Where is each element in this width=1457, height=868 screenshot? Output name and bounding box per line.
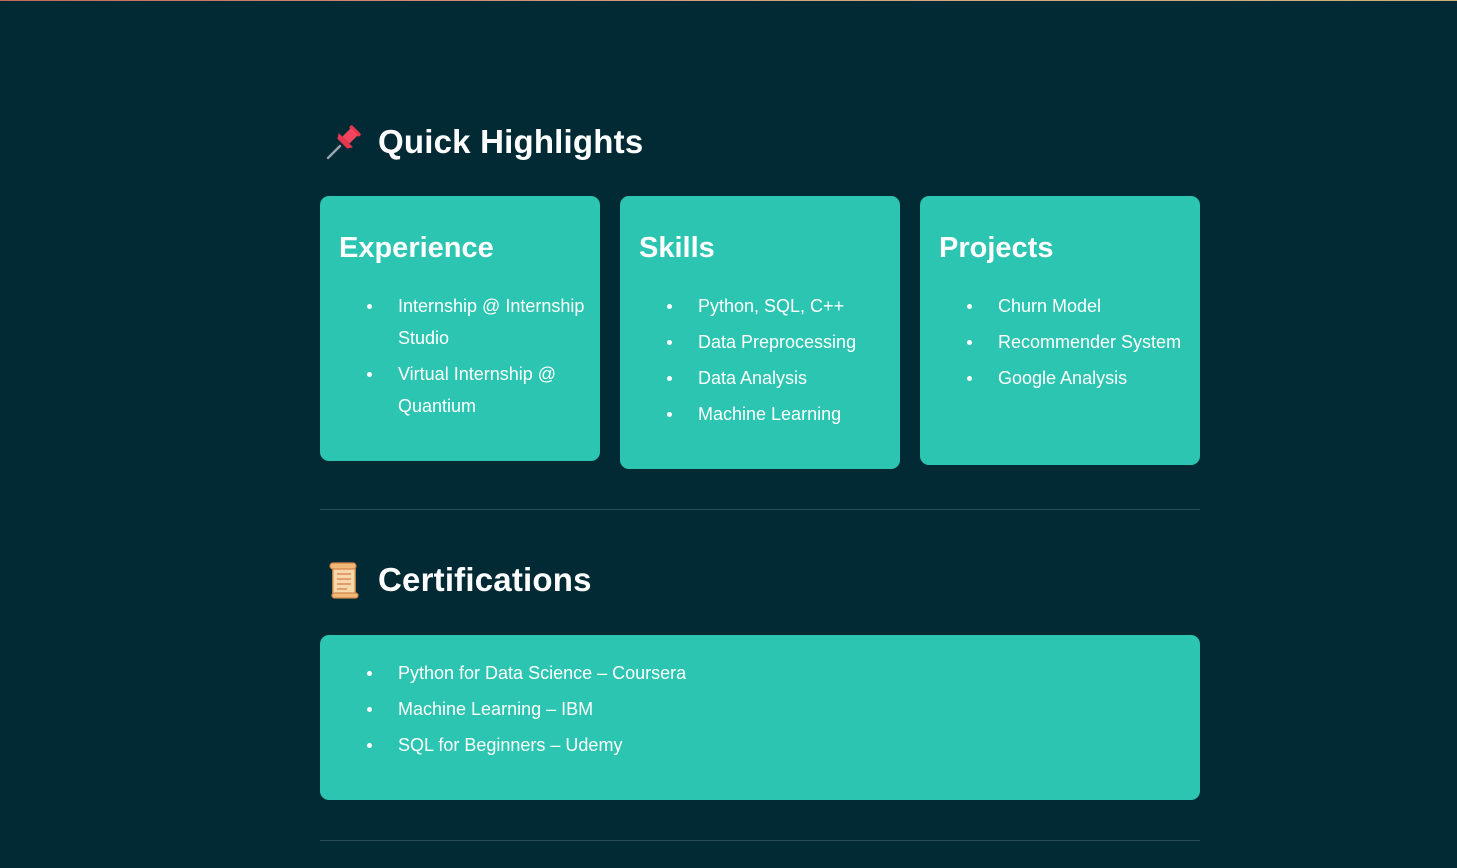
experience-title: Experience [339, 232, 494, 264]
list-item: Google Analysis [967, 362, 1198, 394]
certifications-list: Python for Data Science – Coursera Machi… [320, 657, 1158, 765]
projects-list: Churn Model Recommender System Google An… [920, 290, 1198, 398]
certifications-card: Python for Data Science – Coursera Machi… [320, 635, 1200, 800]
pushpin-icon [324, 122, 364, 162]
scroll-icon [324, 560, 364, 600]
list-item: SQL for Beginners – Udemy [367, 729, 1158, 761]
list-item: Recommender System [967, 326, 1198, 358]
list-item: Churn Model [967, 290, 1198, 322]
projects-card: Projects Churn Model Recommender System … [920, 196, 1200, 465]
list-item: Machine Learning [667, 398, 898, 430]
highlights-heading: Quick Highlights [324, 122, 643, 162]
highlights-title: Quick Highlights [378, 123, 644, 160]
list-item: Internship @ Internship Studio [367, 290, 598, 354]
projects-title: Projects [939, 232, 1054, 264]
skills-card: Skills Python, SQL, C++ Data Preprocessi… [620, 196, 900, 469]
experience-list: Internship @ Internship Studio Virtual I… [320, 290, 598, 426]
top-accent-bar [0, 0, 1457, 1]
list-item: Data Preprocessing [667, 326, 898, 358]
list-item: Virtual Internship @ Quantium [367, 358, 598, 422]
list-item: Data Analysis [667, 362, 898, 394]
certifications-heading: Certifications [324, 560, 592, 600]
certifications-title: Certifications [378, 561, 592, 598]
list-item: Python, SQL, C++ [667, 290, 898, 322]
section-divider [320, 840, 1200, 841]
skills-title: Skills [639, 232, 715, 264]
list-item: Machine Learning – IBM [367, 693, 1158, 725]
experience-card: Experience Internship @ Internship Studi… [320, 196, 600, 461]
skills-list: Python, SQL, C++ Data Preprocessing Data… [620, 290, 898, 434]
list-item: Python for Data Science – Coursera [367, 657, 1158, 689]
section-divider [320, 509, 1200, 510]
